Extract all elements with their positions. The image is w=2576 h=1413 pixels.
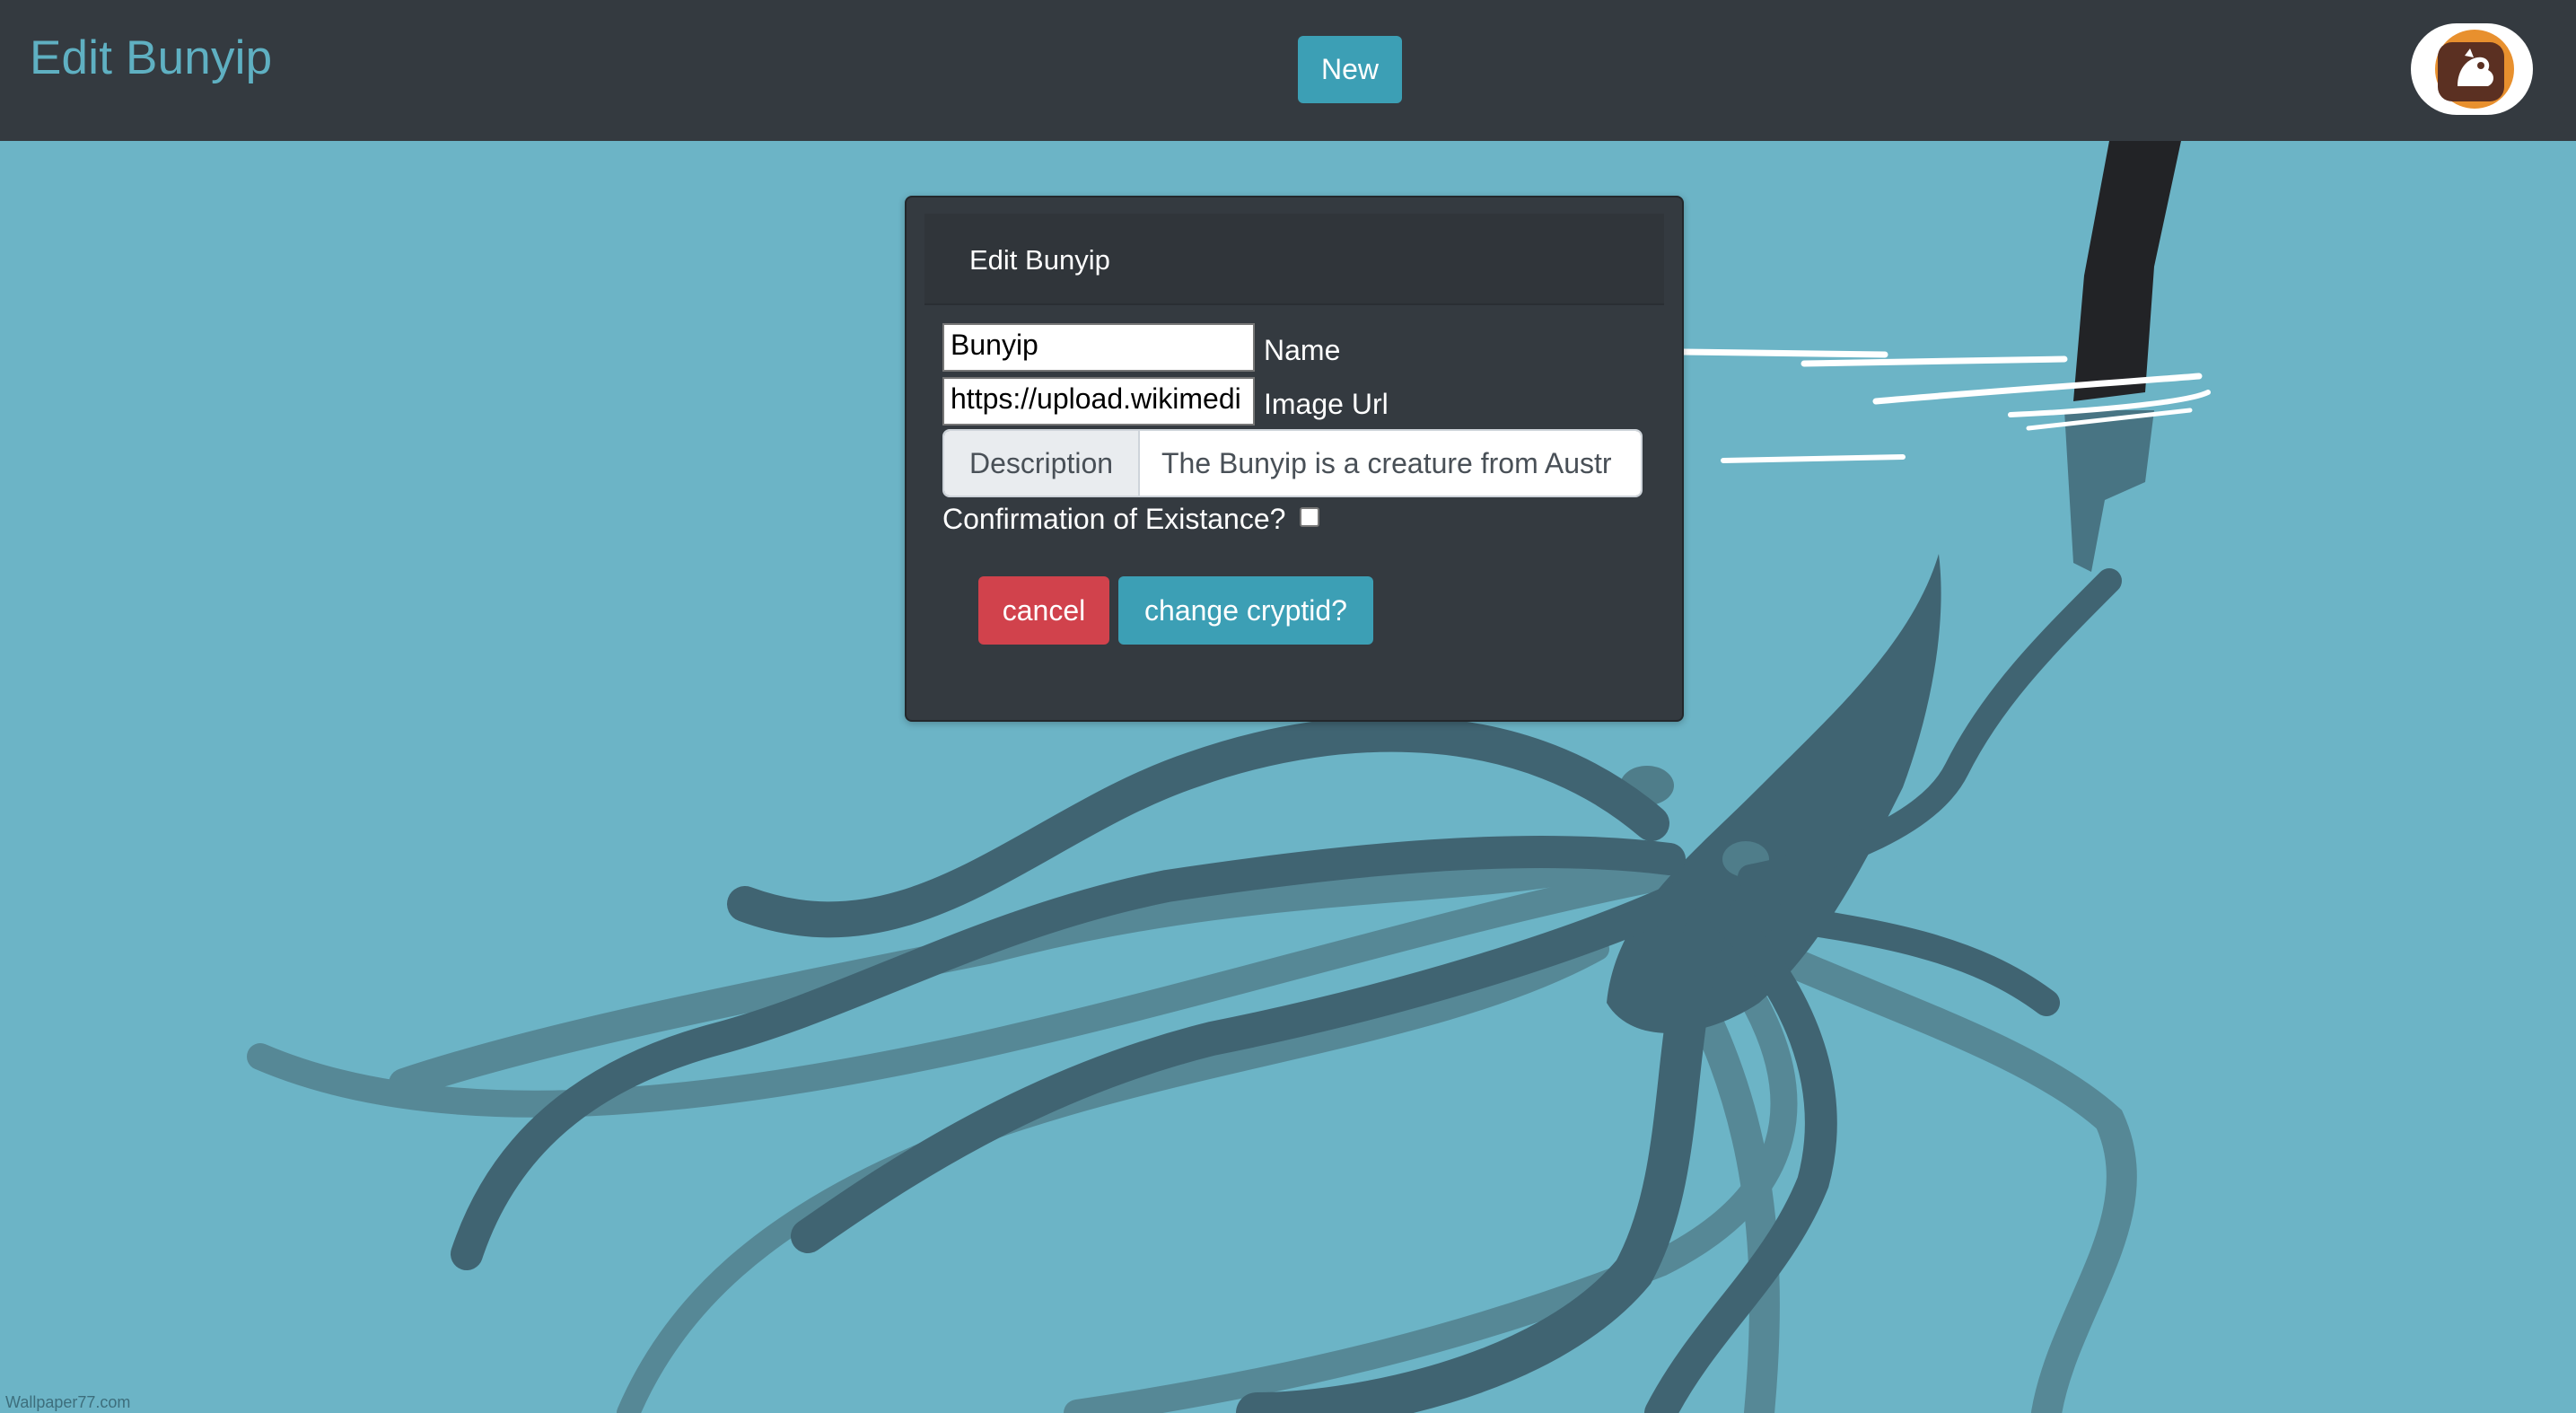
description-prepend: Description [944, 431, 1140, 496]
top-navbar: Edit Bunyip New [0, 0, 2576, 141]
image-url-input[interactable]: https://upload.wikimedi [942, 377, 1255, 426]
watermark-text: Wallpaper77.com [5, 1393, 131, 1411]
confirmation-checkbox[interactable] [1300, 507, 1319, 527]
confirmation-label: Confirmation of Existance? [942, 503, 1286, 535]
image-url-label: Image Url [1264, 388, 1389, 420]
page-title[interactable]: Edit Bunyip [30, 31, 272, 85]
new-button[interactable]: New [1298, 36, 1402, 103]
description-input[interactable]: The Bunyip is a creature from Austr [1140, 431, 1641, 496]
description-input-group: Description The Bunyip is a creature fro… [942, 429, 1643, 497]
card-title: Edit Bunyip [969, 244, 1110, 276]
name-input[interactable]: Bunyip [942, 323, 1255, 372]
avatar[interactable] [2411, 23, 2533, 115]
card-header: Edit Bunyip [924, 214, 1664, 305]
cryptid-logo-icon [2435, 30, 2514, 109]
name-label: Name [1264, 334, 1341, 366]
change-cryptid-button[interactable]: change cryptid? [1118, 576, 1373, 645]
cancel-button[interactable]: cancel [978, 576, 1109, 645]
